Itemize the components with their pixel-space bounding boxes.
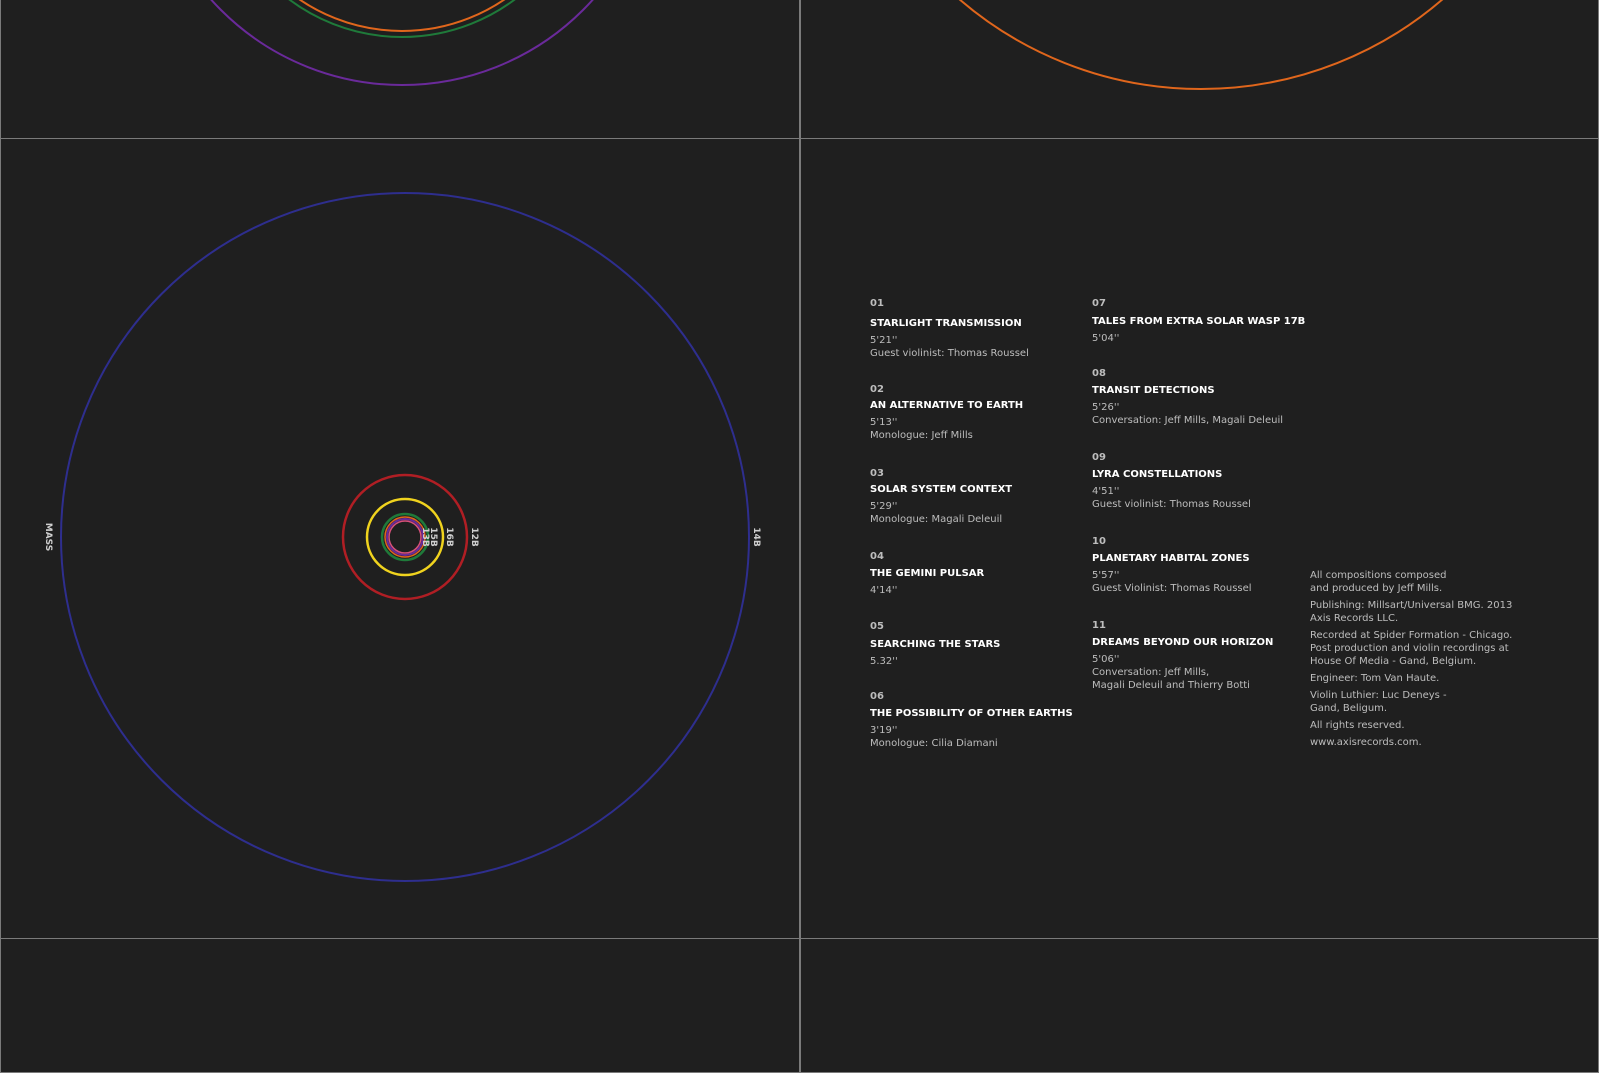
top-right-arcs — [958, 0, 1444, 90]
orbit-diagram-panel: MASS 14B 12B 16B 15B 13B — [0, 138, 800, 939]
track-duration: 5'06'' — [1092, 654, 1120, 665]
credit-rights: All rights reserved. — [1310, 720, 1405, 731]
credits: All compositions composed and produced b… — [1310, 569, 1530, 753]
credit-luthier: Violin Luthier: Luc Deneys - Gand, Belig… — [1310, 690, 1447, 714]
track-title: TALES FROM EXTRA SOLAR WASP 17B — [1092, 316, 1306, 327]
track-note-line-2: Magali Deleuil and Thierry Botti — [1092, 680, 1250, 691]
track-number: 06 — [870, 691, 884, 702]
track-duration: 5'26'' — [1092, 402, 1120, 413]
track-title: AN ALTERNATIVE TO EARTH — [870, 400, 1024, 411]
ring-orange — [384, 516, 426, 558]
ring-pink — [388, 520, 422, 554]
track-number: 05 — [870, 621, 884, 632]
track-number: 07 — [1092, 298, 1106, 309]
track-title: SEARCHING THE STARS — [870, 639, 1001, 650]
track-duration: 5'21'' — [870, 335, 898, 346]
track-note: Monologue: Jeff Mills — [870, 430, 973, 441]
track-04: 04 THE GEMINI PULSAR 4'14'' — [870, 550, 1085, 597]
track-01: 01 STARLIGHT TRANSMISSION 5'21'' Guest v… — [870, 297, 1085, 360]
track-number: 08 — [1092, 368, 1106, 379]
track-title: THE POSSIBILITY OF OTHER EARTHS — [870, 708, 1073, 719]
track-09: 09 LYRA CONSTELLATIONS 4'51'' Guest viol… — [1092, 451, 1307, 511]
track-number: 09 — [1092, 452, 1106, 463]
mass-label: MASS — [43, 523, 53, 551]
track-duration: 4'14'' — [870, 585, 898, 596]
ring-label-14b: 14B — [751, 527, 761, 547]
track-number: 04 — [870, 551, 884, 562]
ring-label-16b: 16B — [444, 527, 454, 547]
track-title: THE GEMINI PULSAR — [870, 568, 985, 579]
track-duration: 5'57'' — [1092, 570, 1120, 581]
arc-orange — [298, 0, 506, 32]
track-duration: 5'29'' — [870, 501, 898, 512]
track-note: Monologue: Cilia Diamani — [870, 738, 998, 749]
track-07: 07 TALES FROM EXTRA SOLAR WASP 17B 5'04'… — [1092, 297, 1307, 345]
credit-publishing: Publishing: Millsart/Universal BMG. 2013… — [1310, 600, 1513, 624]
panel-top-right — [800, 0, 1599, 139]
panel-bottom-right — [800, 938, 1599, 1073]
track-number: 03 — [870, 468, 884, 479]
track-note: Conversation: Jeff Mills, — [1092, 667, 1210, 678]
track-title: LYRA CONSTELLATIONS — [1092, 469, 1223, 480]
track-duration: 5.32'' — [870, 656, 898, 667]
track-number: 11 — [1092, 620, 1106, 631]
credit-compositions: All compositions composed and produced b… — [1310, 570, 1447, 594]
credit-website: www.axisrecords.com. — [1310, 737, 1422, 748]
top-left-arcs — [210, 0, 594, 86]
track-duration: 3'19'' — [870, 725, 898, 736]
track-08: 08 TRANSIT DETECTIONS 5'26'' Conversatio… — [1092, 367, 1307, 427]
track-05: 05 SEARCHING THE STARS 5.32'' — [870, 620, 1085, 668]
track-title: TRANSIT DETECTIONS — [1092, 385, 1215, 396]
track-note: Monologue: Magali Deleuil — [870, 514, 1003, 525]
track-title: STARLIGHT TRANSMISSION — [870, 318, 1022, 329]
track-02: 02 AN ALTERNATIVE TO EARTH 5'13'' Monolo… — [870, 383, 1085, 442]
track-number: 10 — [1092, 536, 1106, 547]
track-note: Guest violinist: Thomas Roussel — [870, 348, 1029, 359]
credit-recording: Recorded at Spider Formation - Chicago. … — [1310, 630, 1513, 667]
track-title: PLANETARY HABITAL ZONES — [1092, 553, 1250, 564]
orbit-diagram: MASS 14B 12B 16B 15B 13B — [43, 192, 761, 882]
track-duration: 4'51'' — [1092, 486, 1120, 497]
ring-blue — [60, 192, 750, 882]
track-10: 10 PLANETARY HABITAL ZONES 5'57'' Guest … — [1092, 535, 1307, 595]
track-title: DREAMS BEYOND OUR HORIZON — [1092, 637, 1274, 648]
panel-bottom-left — [0, 938, 800, 1073]
track-title: SOLAR SYSTEM CONTEXT — [870, 484, 1013, 495]
ring-purple — [386, 518, 424, 556]
track-number: 02 — [870, 384, 884, 395]
arc-orange-large — [958, 0, 1444, 90]
track-number: 01 — [870, 298, 884, 309]
arc-purple — [210, 0, 594, 86]
tracklist-panel: 01 STARLIGHT TRANSMISSION 5'21'' Guest v… — [800, 138, 1599, 939]
credit-engineer: Engineer: Tom Van Haute. — [1310, 673, 1440, 684]
ring-label-12b: 12B — [469, 527, 479, 547]
track-duration: 5'04'' — [1092, 333, 1120, 344]
track-duration: 5'13'' — [870, 417, 898, 428]
track-11: 11 DREAMS BEYOND OUR HORIZON 5'06'' Conv… — [1092, 619, 1307, 692]
track-note: Conversation: Jeff Mills, Magali Deleuil — [1092, 415, 1284, 426]
track-note: Guest Violinist: Thomas Roussel — [1092, 583, 1252, 594]
ring-label-13b: 13B — [420, 527, 430, 547]
panel-top-left — [0, 0, 800, 139]
track-03: 03 SOLAR SYSTEM CONTEXT 5'29'' Monologue… — [870, 467, 1085, 526]
track-06: 06 THE POSSIBILITY OF OTHER EARTHS 3'19'… — [870, 690, 1085, 750]
track-note: Guest violinist: Thomas Roussel — [1092, 499, 1251, 510]
